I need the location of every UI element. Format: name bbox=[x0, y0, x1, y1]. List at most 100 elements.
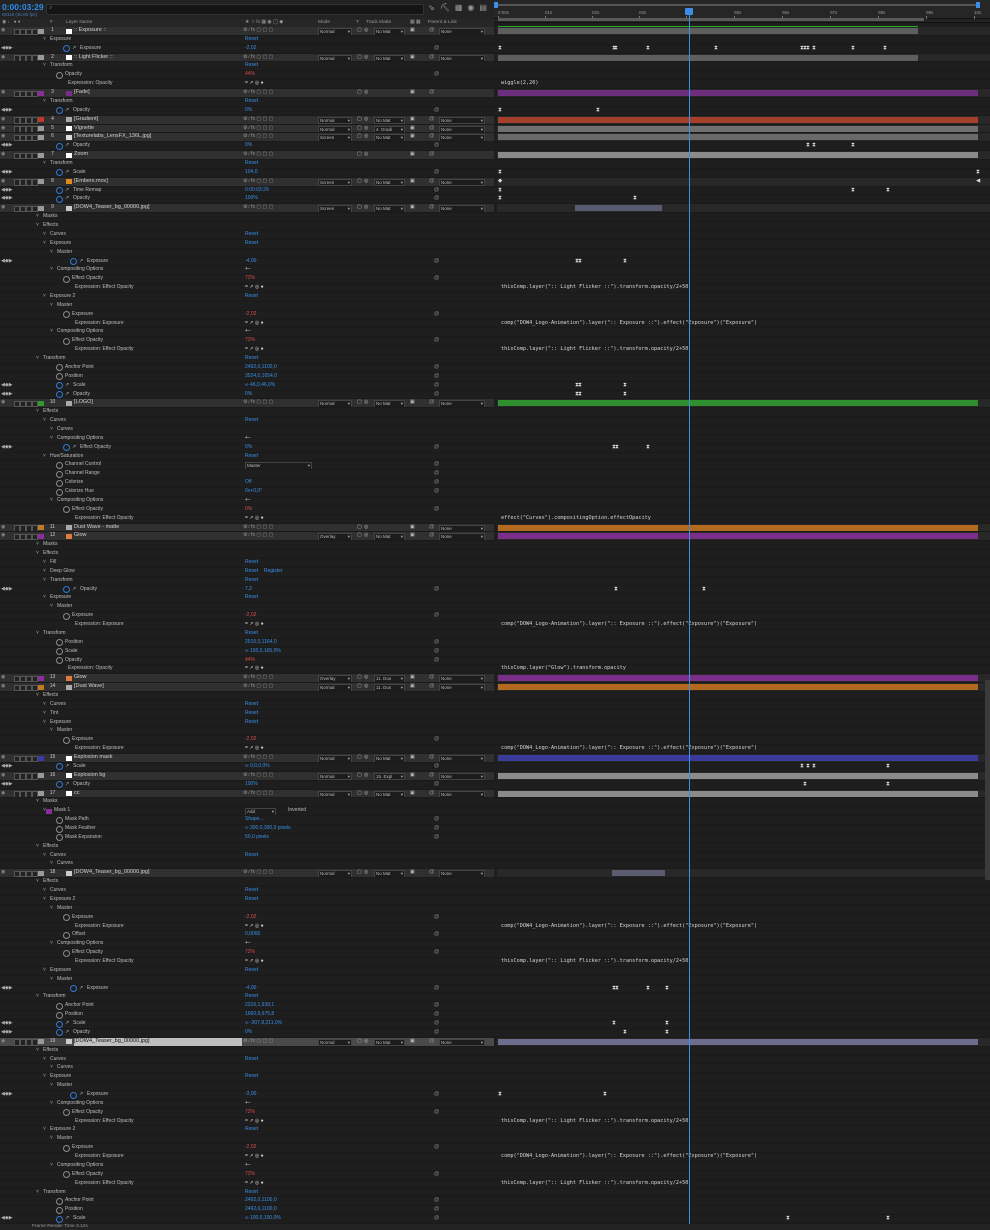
expression-pickwhip-icon[interactable]: @ bbox=[434, 71, 439, 77]
matte-pickwhip-icon[interactable]: ◎ bbox=[364, 151, 368, 157]
expression-pickwhip-icon[interactable]: @ bbox=[434, 169, 439, 175]
property-value[interactable]: 0% bbox=[245, 444, 252, 450]
layer-name[interactable]: [Dust Wave] bbox=[74, 683, 242, 691]
keyframe-navigator[interactable]: ◀◆▶ bbox=[1, 258, 13, 264]
keyframe[interactable]: ⧗ bbox=[498, 169, 502, 176]
matte-invert-icon[interactable]: ▣ bbox=[410, 674, 415, 680]
reset-link[interactable]: Reset bbox=[245, 62, 258, 68]
twirl-arrow-icon[interactable]: ˅ bbox=[43, 1056, 46, 1062]
layer-duration-bar[interactable] bbox=[498, 152, 978, 159]
expression-pickwhip-icon[interactable]: @ bbox=[434, 816, 439, 822]
property-value[interactable]: 3524,0,1654,0 bbox=[245, 373, 277, 379]
stopwatch-icon[interactable] bbox=[56, 391, 63, 399]
reset-link[interactable]: Reset bbox=[245, 852, 258, 858]
matte-invert-icon[interactable]: ▣ bbox=[410, 532, 415, 538]
time-navigator-start[interactable] bbox=[494, 2, 498, 8]
search-input[interactable]: ⌕ bbox=[46, 4, 424, 15]
expression-text[interactable]: thisComp.layer(":: Light Flicker ::").tr… bbox=[501, 284, 688, 290]
keyframe[interactable]: ◀ bbox=[976, 178, 980, 184]
layer-name[interactable]: [Embers.mov] bbox=[74, 178, 242, 186]
stopwatch-icon[interactable] bbox=[56, 763, 63, 771]
keyframe-navigator[interactable]: ◀◆▶ bbox=[1, 169, 13, 175]
register-link[interactable]: Register bbox=[264, 568, 283, 574]
matte-invert-icon[interactable]: ▣ bbox=[410, 754, 415, 760]
stopwatch-icon[interactable] bbox=[63, 1109, 70, 1117]
property-value[interactable]: 7,2 bbox=[245, 586, 252, 592]
layer-name[interactable]: [Fade] bbox=[74, 89, 242, 97]
graph-icon[interactable]: ↗ bbox=[65, 1215, 69, 1221]
expression-controls-icon[interactable]: = ↗ ◎ ● bbox=[245, 515, 264, 521]
label-color-swatch[interactable] bbox=[38, 525, 44, 531]
twirl-arrow-icon[interactable]: ˅ bbox=[36, 408, 39, 414]
layer-name[interactable]: Vignette bbox=[74, 125, 242, 133]
property-value[interactable]: 72% bbox=[245, 949, 255, 955]
property-value[interactable]: 0:00:03:29 bbox=[245, 187, 269, 193]
layer-name[interactable]: [DOW4_Teaser_bg_00000.jpg] bbox=[74, 204, 242, 212]
layer-duration-bar[interactable] bbox=[498, 684, 978, 691]
keyframe[interactable]: ⧗ bbox=[883, 45, 887, 52]
preserve-transparency-icon[interactable]: ▢ bbox=[357, 399, 362, 405]
property-value[interactable]: -2,02 bbox=[245, 612, 256, 618]
label-color-swatch[interactable] bbox=[38, 152, 44, 158]
twirl-arrow-icon[interactable]: ˅ bbox=[36, 843, 39, 849]
layer-name[interactable]: Explosion bg bbox=[74, 772, 242, 780]
twirl-arrow-icon[interactable]: ˅ bbox=[43, 559, 46, 565]
parent-pickwhip-icon[interactable]: @ bbox=[429, 524, 435, 530]
stopwatch-icon[interactable] bbox=[70, 1091, 77, 1099]
stopwatch-icon[interactable] bbox=[56, 1197, 63, 1205]
expression-pickwhip-icon[interactable]: @ bbox=[434, 373, 439, 379]
reset-link[interactable]: Reset bbox=[245, 1056, 258, 1062]
graph-icon[interactable]: ↗ bbox=[72, 444, 76, 450]
keyframe[interactable]: ⧗ bbox=[886, 187, 890, 194]
parent-pickwhip-icon[interactable]: @ bbox=[429, 89, 435, 95]
visibility-eye-icon[interactable]: ◉ bbox=[1, 178, 5, 184]
stopwatch-icon[interactable] bbox=[56, 470, 63, 478]
graph-icon[interactable]: ↗ bbox=[65, 1020, 69, 1026]
label-color-swatch[interactable] bbox=[38, 791, 44, 797]
label-color-swatch[interactable] bbox=[38, 1039, 44, 1045]
expression-pickwhip-icon[interactable]: @ bbox=[434, 461, 439, 467]
property-value[interactable]: 0% bbox=[245, 506, 252, 512]
parent-pickwhip-icon[interactable]: @ bbox=[429, 125, 435, 131]
layer-name-header[interactable]: Layer Name bbox=[66, 19, 92, 27]
property-value[interactable]: -2,02 bbox=[245, 311, 256, 317]
label-color-swatch[interactable] bbox=[38, 55, 44, 61]
twirl-arrow-icon[interactable]: ˅ bbox=[43, 568, 46, 574]
expression-pickwhip-icon[interactable]: @ bbox=[434, 275, 439, 281]
reset-link[interactable]: Reset bbox=[245, 710, 258, 716]
property-value[interactable]: 100% bbox=[245, 781, 258, 787]
layer-duration-bar[interactable] bbox=[498, 400, 978, 407]
stopwatch-icon[interactable] bbox=[63, 612, 70, 620]
layer-duration-bar[interactable] bbox=[498, 116, 978, 123]
mask-inverted-checkbox[interactable]: Inverted bbox=[288, 807, 306, 813]
expression-pickwhip-icon[interactable]: @ bbox=[434, 612, 439, 618]
layer-name[interactable]: [Texturelabs_LensFX_136L.jpg] bbox=[74, 133, 242, 141]
expression-pickwhip-icon[interactable]: @ bbox=[434, 949, 439, 955]
expression-pickwhip-icon[interactable]: @ bbox=[434, 1215, 439, 1221]
matte-invert-icon[interactable]: ▣ bbox=[410, 683, 415, 689]
twirl-arrow-icon[interactable]: ˅ bbox=[43, 417, 46, 423]
property-value[interactable]: ∞ -207,8,211,0% bbox=[245, 1020, 282, 1026]
stopwatch-icon[interactable] bbox=[63, 1171, 70, 1179]
parent-pickwhip-icon[interactable]: @ bbox=[429, 399, 435, 405]
expression-pickwhip-icon[interactable]: @ bbox=[434, 479, 439, 485]
matte-pickwhip-icon[interactable]: ◎ bbox=[364, 399, 368, 405]
graph-icon[interactable]: ↗ bbox=[65, 195, 69, 201]
property-value[interactable]: -4,00 bbox=[245, 258, 256, 264]
graph-icon[interactable]: ↗ bbox=[65, 763, 69, 769]
layer-name[interactable]: [DOW4_Teaser_bg_00000.jpg] bbox=[74, 1037, 242, 1046]
property-value[interactable]: 0x+0,0° bbox=[245, 488, 262, 494]
layer-duration-bar[interactable] bbox=[498, 675, 978, 682]
reset-link[interactable]: Reset bbox=[245, 993, 258, 999]
expression-pickwhip-icon[interactable]: @ bbox=[434, 931, 439, 937]
matte-invert-icon[interactable]: ▣ bbox=[410, 869, 415, 875]
stopwatch-icon[interactable] bbox=[56, 1029, 63, 1037]
graph-icon[interactable]: ↗ bbox=[65, 142, 69, 148]
matte-invert-icon[interactable]: ▣ bbox=[410, 116, 415, 122]
twirl-arrow-icon[interactable]: ˅ bbox=[43, 1073, 46, 1079]
matte-invert-icon[interactable]: ▣ bbox=[410, 133, 415, 139]
keyframe[interactable]: ⧗ bbox=[665, 1020, 669, 1027]
reset-link[interactable]: Reset bbox=[245, 417, 258, 423]
matte-pickwhip-icon[interactable]: ◎ bbox=[364, 133, 368, 139]
stopwatch-icon[interactable] bbox=[63, 506, 70, 514]
